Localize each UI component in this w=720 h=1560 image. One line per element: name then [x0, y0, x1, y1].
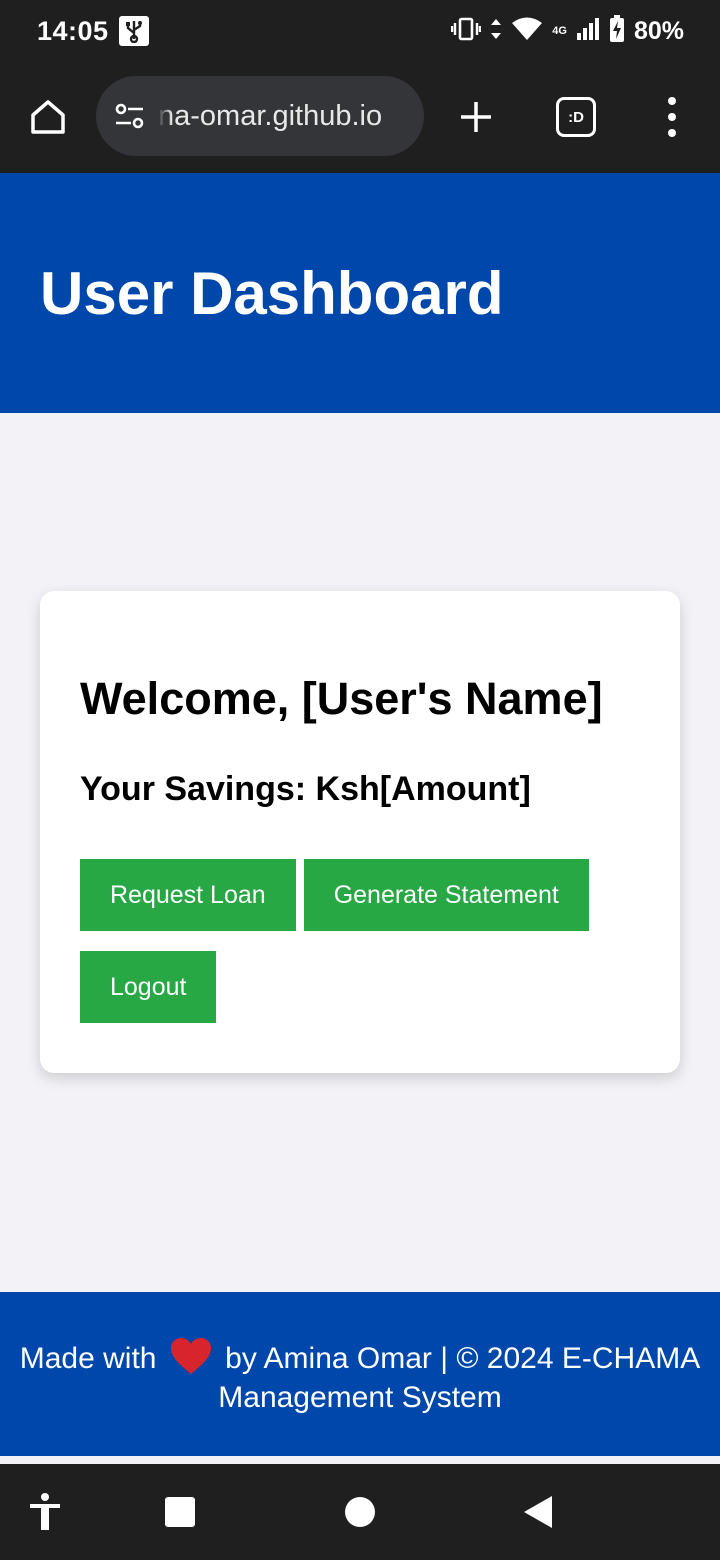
signal-icon: [576, 17, 600, 46]
tab-switcher-icon: :D: [568, 108, 584, 126]
recents-button[interactable]: [156, 1488, 204, 1536]
more-vert-icon[interactable]: [652, 95, 692, 139]
site-settings-icon[interactable]: [112, 98, 148, 134]
accessibility-icon: [30, 1493, 60, 1530]
wifi-icon: [511, 16, 543, 47]
back-icon: [524, 1496, 552, 1528]
home-icon: [31, 100, 65, 134]
browser-toolbar: na-omar.github.io :D: [0, 62, 720, 173]
page-footer: Made with by Amina Omar | © 2024 E-CHAMA…: [0, 1292, 720, 1456]
action-buttons: Request Loan Generate Statement Logout: [80, 859, 640, 1023]
footer-text-start: Made with: [19, 1342, 157, 1375]
nav-divider: [0, 1456, 720, 1464]
vibrate-icon: [451, 16, 482, 47]
battery-percent: 80%: [633, 16, 684, 45]
recents-icon: [165, 1497, 195, 1527]
data-arrows-icon: [490, 17, 502, 46]
request-loan-button[interactable]: Request Loan: [80, 859, 296, 931]
url-text[interactable]: na-omar.github.io: [158, 100, 382, 133]
battery-charging-icon: [609, 14, 625, 48]
footer-text-end: by Amina Omar | © 2024 E-CHAMA: [225, 1342, 701, 1375]
system-home-button[interactable]: [336, 1488, 384, 1536]
status-bar: 14:05 4G 80%: [0, 0, 720, 62]
tab-switcher-button[interactable]: :D: [556, 97, 596, 137]
plus-icon: [461, 102, 491, 132]
logout-button[interactable]: Logout: [80, 951, 217, 1023]
generate-statement-button[interactable]: Generate Statement: [303, 859, 589, 931]
new-tab-button[interactable]: [456, 97, 496, 137]
system-nav-bar: [0, 1464, 720, 1560]
savings-heading: Your Savings: Ksh[Amount]: [80, 770, 531, 808]
welcome-heading: Welcome, [User's Name]: [80, 673, 603, 724]
accessibility-button[interactable]: [21, 1488, 69, 1536]
heart-icon: [170, 1338, 211, 1374]
page-title: User Dashboard: [40, 259, 504, 327]
status-time: 14:05: [37, 15, 109, 46]
usb-icon: [118, 16, 149, 46]
footer-text-line2: Management System: [218, 1381, 502, 1414]
screen: 14:05 4G 80% na-omar.github.io:D User D…: [0, 0, 720, 1560]
dashboard-card: Welcome, [User's Name] Your Savings: Ksh…: [40, 591, 680, 1073]
back-button[interactable]: [514, 1488, 562, 1536]
home-circle-icon: [345, 1497, 375, 1527]
home-button[interactable]: [26, 95, 70, 139]
network-type-label: 4G: [552, 25, 567, 37]
address-bar[interactable]: na-omar.github.io: [96, 76, 424, 156]
page-header: User Dashboard: [0, 173, 720, 413]
